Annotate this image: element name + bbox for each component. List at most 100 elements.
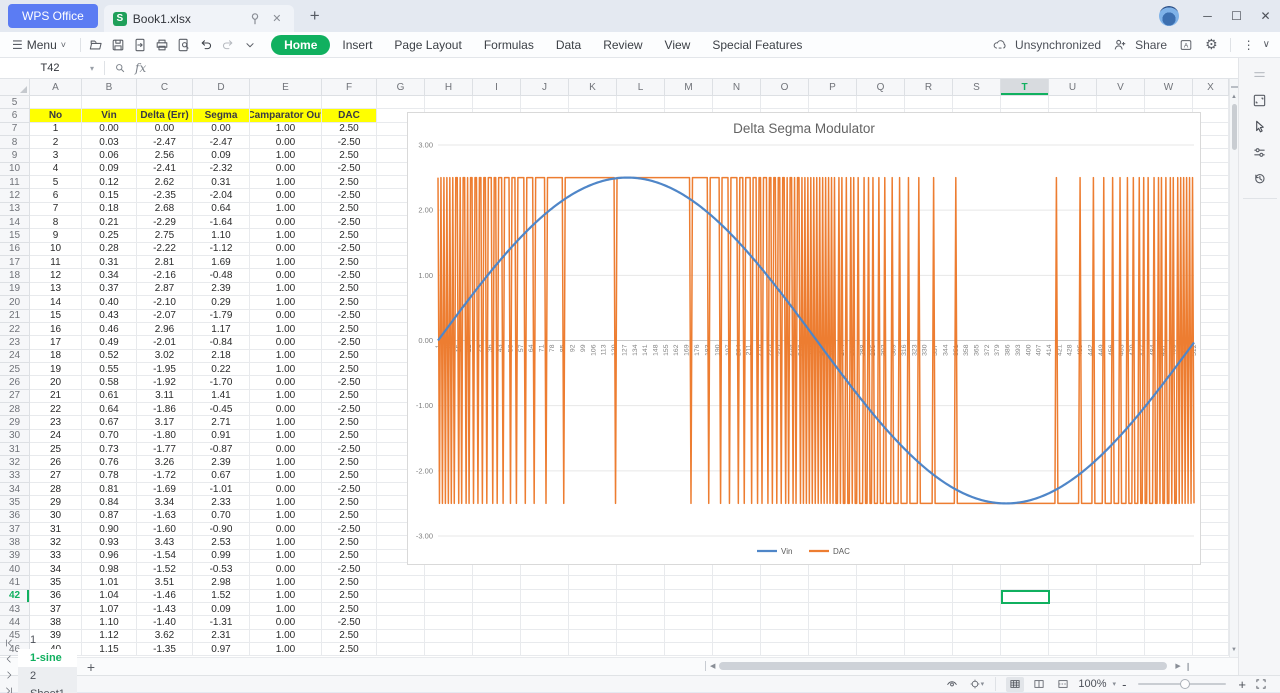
cell-D26[interactable]: -1.70 (193, 376, 250, 389)
cell-C35[interactable]: 3.34 (137, 496, 193, 509)
cell-I42[interactable] (473, 590, 521, 603)
adjust-sliders-icon[interactable] (1247, 140, 1273, 164)
cell-A24[interactable]: 18 (30, 350, 82, 363)
cell-E12[interactable]: 0.00 (250, 189, 322, 202)
cell-J44[interactable] (521, 616, 569, 629)
column-header-I[interactable]: I (473, 79, 521, 96)
cell-E13[interactable]: 1.00 (250, 203, 322, 216)
column-header-K[interactable]: K (569, 79, 617, 96)
cell-E46[interactable]: 1.00 (250, 643, 322, 656)
cell-Q43[interactable] (857, 603, 905, 616)
cell-P45[interactable] (809, 630, 857, 643)
cell-Q44[interactable] (857, 616, 905, 629)
hscroll-track[interactable] (719, 662, 1171, 670)
normal-view-icon[interactable] (1006, 677, 1024, 692)
ribbon-tab-insert[interactable]: Insert (332, 35, 382, 55)
cell-A27[interactable]: 21 (30, 390, 82, 403)
scroll-left-icon[interactable]: ◀ (710, 662, 715, 670)
cell-B35[interactable]: 0.84 (82, 496, 137, 509)
cell-E37[interactable]: 0.00 (250, 523, 322, 536)
cell-F34[interactable]: -2.50 (322, 483, 377, 496)
cell-I45[interactable] (473, 630, 521, 643)
add-sheet-button[interactable]: + (79, 659, 103, 675)
row-header-34[interactable]: 34 (0, 483, 30, 496)
pin-icon[interactable] (247, 11, 263, 27)
zoom-dropdown-icon[interactable]: ▾ (1113, 680, 1117, 688)
cell-T43[interactable] (1001, 603, 1049, 616)
cell-A35[interactable]: 29 (30, 496, 82, 509)
column-header-F[interactable]: F (322, 79, 377, 96)
cell-B45[interactable]: 1.12 (82, 630, 137, 643)
cell-C5[interactable] (137, 96, 193, 109)
ribbon-tab-review[interactable]: Review (593, 35, 652, 55)
cell-A26[interactable]: 20 (30, 376, 82, 389)
cell-C38[interactable]: 3.43 (137, 536, 193, 549)
cell-B32[interactable]: 0.76 (82, 456, 137, 469)
cell-Q41[interactable] (857, 576, 905, 589)
cell-P42[interactable] (809, 590, 857, 603)
column-header-Q[interactable]: Q (857, 79, 905, 96)
cell-V41[interactable] (1097, 576, 1145, 589)
column-header-R[interactable]: R (905, 79, 953, 96)
cell-A5[interactable] (30, 96, 82, 109)
cell-G41[interactable] (377, 576, 425, 589)
cell-D43[interactable]: 0.09 (193, 603, 250, 616)
cell-A7[interactable]: 1 (30, 123, 82, 136)
cell-F20[interactable]: 2.50 (322, 296, 377, 309)
cell-D44[interactable]: -1.31 (193, 616, 250, 629)
ribbon-tab-page-layout[interactable]: Page Layout (384, 35, 471, 55)
column-header-V[interactable]: V (1097, 79, 1145, 96)
cell-A22[interactable]: 16 (30, 323, 82, 336)
cell-F46[interactable]: 2.50 (322, 643, 377, 656)
cell-Q46[interactable] (857, 643, 905, 656)
cell-C42[interactable]: -1.46 (137, 590, 193, 603)
export-icon[interactable] (129, 35, 151, 55)
cell-E41[interactable]: 1.00 (250, 576, 322, 589)
cell-D45[interactable]: 2.31 (193, 630, 250, 643)
cell-L43[interactable] (617, 603, 665, 616)
cell-F24[interactable]: 2.50 (322, 350, 377, 363)
cell-M42[interactable] (665, 590, 713, 603)
select-all-corner[interactable] (0, 79, 30, 96)
cell-E18[interactable]: 0.00 (250, 269, 322, 282)
cell-E15[interactable]: 1.00 (250, 229, 322, 242)
cell-B17[interactable]: 0.31 (82, 256, 137, 269)
cell-H45[interactable] (425, 630, 473, 643)
cell-D25[interactable]: 0.22 (193, 363, 250, 376)
prev-sheet-icon[interactable] (0, 651, 18, 667)
share-button[interactable]: Share (1109, 35, 1167, 55)
cell-B42[interactable]: 1.04 (82, 590, 137, 603)
cell-C16[interactable]: -2.22 (137, 243, 193, 256)
ribbon-tab-home[interactable]: Home (271, 35, 330, 55)
column-header-U[interactable]: U (1049, 79, 1097, 96)
column-header-T[interactable]: T (1001, 79, 1049, 96)
cell-J45[interactable] (521, 630, 569, 643)
ribbon-tab-special-features[interactable]: Special Features (702, 35, 812, 55)
cell-F33[interactable]: 2.50 (322, 470, 377, 483)
cell-B36[interactable]: 0.87 (82, 510, 137, 523)
cell-E33[interactable]: 1.00 (250, 470, 322, 483)
cell-E9[interactable]: 1.00 (250, 149, 322, 162)
cell-D13[interactable]: 0.64 (193, 203, 250, 216)
last-sheet-icon[interactable] (0, 683, 18, 693)
cell-E27[interactable]: 1.00 (250, 390, 322, 403)
cell-A33[interactable]: 27 (30, 470, 82, 483)
collapse-ribbon-icon[interactable]: ∨ (1263, 39, 1270, 50)
cell-X43[interactable] (1193, 603, 1229, 616)
cell-L44[interactable] (617, 616, 665, 629)
cell-F37[interactable]: -2.50 (322, 523, 377, 536)
cell-B18[interactable]: 0.34 (82, 269, 137, 282)
cell-C10[interactable]: -2.41 (137, 163, 193, 176)
cell-E23[interactable]: 0.00 (250, 336, 322, 349)
cell-B11[interactable]: 0.12 (82, 176, 137, 189)
cell-K46[interactable] (569, 643, 617, 656)
menu-button[interactable]: ☰Menu˅ (0, 38, 76, 52)
cell-U46[interactable] (1049, 643, 1097, 656)
cell-C18[interactable]: -2.16 (137, 269, 193, 282)
cell-A8[interactable]: 2 (30, 136, 82, 149)
row-header-28[interactable]: 28 (0, 403, 30, 416)
cell-F39[interactable]: 2.50 (322, 550, 377, 563)
cell-K44[interactable] (569, 616, 617, 629)
maximize-icon[interactable]: ☐ (1222, 0, 1251, 32)
zoom-slider[interactable] (1138, 683, 1226, 685)
